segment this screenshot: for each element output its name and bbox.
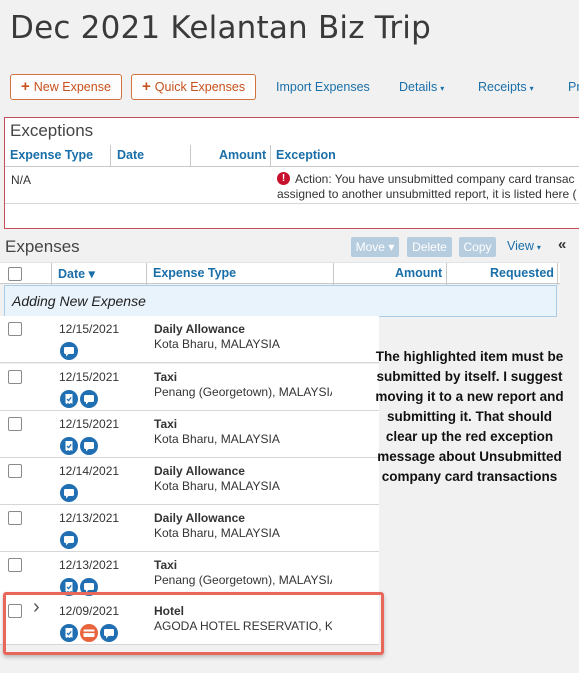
column-divider (190, 145, 191, 167)
row-checkbox[interactable] (8, 464, 22, 478)
print-menu[interactable]: Pr (568, 80, 579, 94)
caret-down-icon: ▾ (440, 84, 445, 93)
expense-icons (60, 484, 80, 502)
move-button[interactable]: Move ▾ (351, 237, 399, 257)
plus-icon: + (142, 78, 151, 95)
expense-date: 12/14/2021 (59, 464, 120, 478)
row-checkbox[interactable] (8, 322, 22, 336)
column-divider (446, 263, 447, 285)
exception-row[interactable]: N/A ! Action: You have unsubmitted compa… (5, 168, 579, 204)
col-amount[interactable]: Amount (395, 266, 442, 280)
col-exception[interactable]: Exception (276, 148, 336, 162)
new-expense-button[interactable]: + New Expense (10, 74, 122, 100)
copy-button[interactable]: Copy (459, 237, 496, 257)
expense-icons (60, 390, 100, 408)
expense-row[interactable]: 12/15/2021 Taxi Kota Bharu, MALAYSIA (0, 411, 379, 458)
expenses-header: Date ▾ Expense Type Amount Requested (0, 262, 560, 285)
expense-location: Penang (Georgetown), MALAYSIA (154, 385, 332, 399)
expense-type: Taxi (154, 558, 178, 572)
row-checkbox[interactable] (8, 370, 22, 384)
comment-icon[interactable] (60, 342, 78, 360)
adding-new-expense-row[interactable]: Adding New Expense (4, 285, 557, 317)
expense-icons (60, 437, 100, 455)
caret-down-icon: ▾ (529, 84, 534, 93)
receipts-menu[interactable]: Receipts ▾ (478, 80, 534, 94)
expense-type: Taxi (154, 370, 178, 384)
expense-location: Penang (Georgetown), MALAYSIA (154, 573, 332, 587)
row-checkbox[interactable] (8, 417, 22, 431)
exception-expense-type: N/A (11, 173, 32, 187)
expense-row[interactable]: 12/15/2021 Daily Allowance Kota Bharu, MAL… (0, 316, 379, 363)
col-requested[interactable]: Requested (490, 266, 554, 280)
collapse-icon[interactable]: « (558, 236, 566, 253)
column-divider (146, 263, 147, 285)
comment-icon[interactable] (60, 484, 78, 502)
column-divider (557, 263, 558, 285)
exceptions-header: Expense Type Date Amount Exception (5, 145, 579, 167)
expense-location: Kota Bharu, MALAYSIA (154, 526, 280, 540)
toolbar: + New Expense + Quick Expenses Import Expe… (10, 74, 579, 100)
expense-location: Kota Bharu, MALAYSIA (154, 432, 280, 446)
report-title: Dec 2021 Kelantan Biz Trip (10, 10, 431, 46)
quick-expenses-button[interactable]: + Quick Expenses (131, 74, 257, 100)
expense-date: 12/13/2021 (59, 558, 120, 572)
highlight-box (3, 592, 384, 655)
col-date[interactable]: Date (117, 148, 144, 162)
delete-button[interactable]: Delete (407, 237, 452, 257)
exception-message-1: Action: You have unsubmitted company car… (295, 172, 575, 186)
expense-icons (60, 531, 80, 549)
row-checkbox[interactable] (8, 511, 22, 525)
column-divider (51, 263, 52, 285)
expenses-title: Expenses (5, 237, 80, 256)
import-expenses-link[interactable]: Import Expenses (276, 80, 370, 94)
details-menu[interactable]: Details ▾ (399, 80, 444, 94)
expense-row[interactable]: 12/13/2021 Daily Allowance Kota Bharu, MAL… (0, 505, 379, 552)
expense-location: Kota Bharu, MALAYSIA (154, 337, 280, 351)
expense-type: Taxi (154, 417, 178, 431)
row-checkbox[interactable] (8, 558, 22, 572)
expense-date: 12/15/2021 (59, 370, 120, 384)
exception-message-2: assigned to another unsubmitted report, … (277, 187, 577, 201)
column-divider (333, 263, 334, 285)
expense-date: 12/15/2021 (59, 322, 120, 336)
expense-row[interactable]: 12/15/2021 Taxi Penang (Georgetown), MALAY… (0, 364, 379, 411)
expense-type: Daily Allowance (154, 511, 245, 525)
expense-row[interactable]: 12/14/2021 Daily Allowance Kota Bharu, MAL… (0, 458, 379, 505)
expense-date: 12/15/2021 (59, 417, 120, 431)
plus-icon: + (21, 78, 30, 95)
select-all-checkbox[interactable] (8, 267, 22, 281)
view-menu[interactable]: View ▾ (507, 239, 541, 253)
expense-type: Daily Allowance (154, 322, 245, 336)
exceptions-title: Exceptions (10, 121, 94, 140)
exceptions-panel: Exceptions Expense Type Date Amount Exce… (4, 117, 579, 229)
expense-icons (60, 342, 80, 360)
expense-date: 12/13/2021 (59, 511, 120, 525)
receipt-icon[interactable] (60, 437, 78, 455)
comment-icon[interactable] (60, 531, 78, 549)
column-divider (270, 145, 271, 167)
expense-location: Kota Bharu, MALAYSIA (154, 479, 280, 493)
comment-icon[interactable] (80, 390, 98, 408)
caret-down-icon: ▾ (536, 243, 541, 252)
comment-icon[interactable] (80, 437, 98, 455)
col-date-sort[interactable]: Date ▾ (58, 266, 95, 281)
col-expense-type[interactable]: Expense Type (10, 148, 93, 162)
annotation-note: The highlighted item must be submitted b… (375, 349, 564, 484)
column-divider (110, 145, 111, 167)
receipt-icon[interactable] (60, 390, 78, 408)
expense-type: Daily Allowance (154, 464, 245, 478)
col-amount[interactable]: Amount (219, 148, 266, 162)
col-expense-type[interactable]: Expense Type (153, 266, 236, 280)
error-icon: ! (277, 172, 290, 185)
